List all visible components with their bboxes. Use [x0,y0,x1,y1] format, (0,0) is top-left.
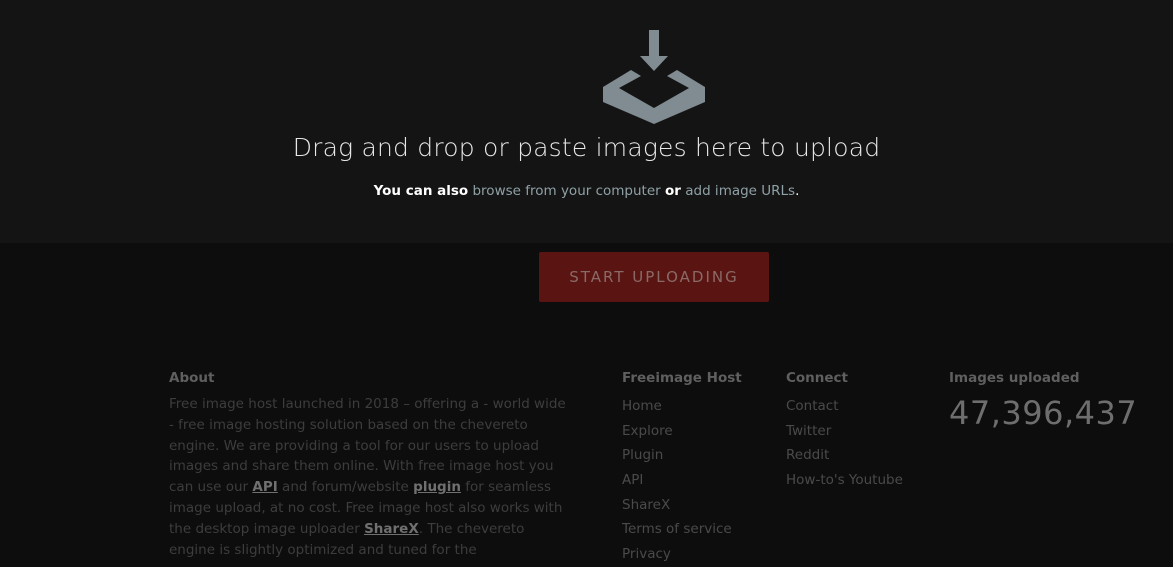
footer-link-home[interactable]: Home [622,394,772,419]
start-uploading-button[interactable]: START UPLOADING [539,252,769,302]
footer-link-youtube[interactable]: How-to's Youtube [786,468,936,493]
freeimage-host-heading: Freeimage Host [622,370,742,386]
freeimage-host-links: Home Explore Plugin API ShareX Terms of … [622,394,772,567]
connect-links: Contact Twitter Reddit How-to's Youtube [786,394,936,493]
upload-subtitle: You can also browse from your computer o… [0,183,1173,199]
footer-link-reddit[interactable]: Reddit [786,443,936,468]
footer-link-explore[interactable]: Explore [622,419,772,444]
upload-tray-icon [603,30,705,124]
add-image-urls-link[interactable]: add image URLs [685,183,795,199]
images-uploaded-count: 47,396,437 [949,394,1138,432]
upload-sub-or: or [665,183,681,199]
footer-link-contact[interactable]: Contact [786,394,936,419]
upload-drop-zone[interactable]: Drag and drop or paste images here to up… [0,0,1173,243]
footer-link-terms[interactable]: Terms of service [622,517,772,542]
upload-sub-suffix: . [795,183,800,199]
footer-link-twitter[interactable]: Twitter [786,419,936,444]
about-text-part: and forum/website [277,479,414,496]
images-uploaded-heading: Images uploaded [949,370,1080,386]
api-link[interactable]: API [252,479,277,495]
footer-connect: Connect Contact Twitter Reddit How-to's … [786,370,936,493]
upload-sub-prefix: You can also [373,183,469,199]
footer-freeimage-host: Freeimage Host Home Explore Plugin API S… [622,370,772,567]
footer-stats: Images uploaded 47,396,437 [949,370,1169,432]
upload-title: Drag and drop or paste images here to up… [292,133,881,162]
footer-link-sharex[interactable]: ShareX [622,493,772,518]
footer-about: About Free image host launched in 2018 –… [169,370,574,560]
about-text: Free image host launched in 2018 – offer… [169,394,574,560]
about-heading: About [169,370,215,386]
browse-computer-link[interactable]: browse from your computer [472,183,660,199]
footer-link-api[interactable]: API [622,468,772,493]
connect-heading: Connect [786,370,849,386]
plugin-link[interactable]: plugin [413,479,461,495]
footer-link-privacy[interactable]: Privacy [622,542,772,567]
footer-link-plugin[interactable]: Plugin [622,443,772,468]
sharex-link[interactable]: ShareX [364,521,419,537]
